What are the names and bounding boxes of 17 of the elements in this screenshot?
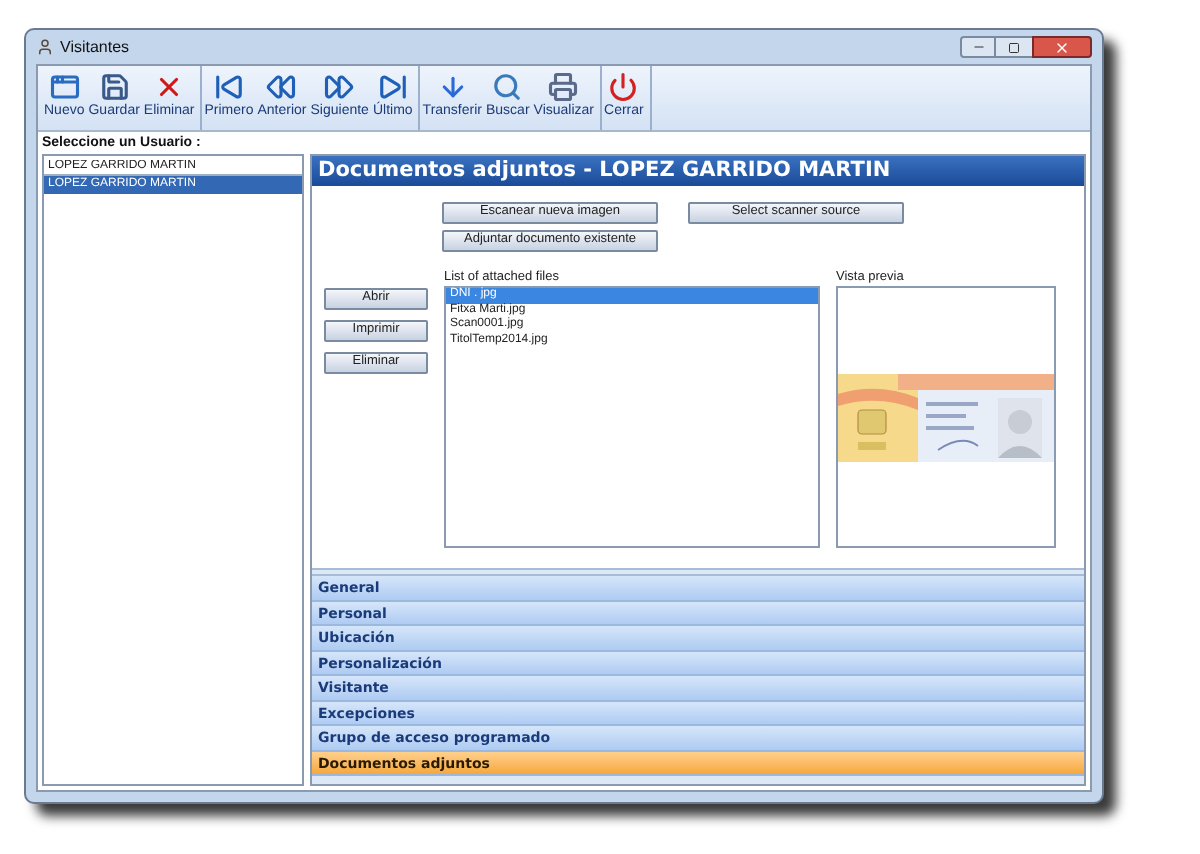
fast-forward-icon [324, 72, 355, 103]
minimize-icon [971, 40, 985, 54]
panel-header: Documentos adjuntos - LOPEZ GARRIDO MARTIN [312, 156, 1084, 186]
rewind-icon [266, 72, 297, 103]
power-icon [608, 72, 639, 103]
maximize-button[interactable] [996, 36, 1032, 58]
arrow-down-icon [437, 72, 468, 103]
window-title: Visitantes [60, 35, 130, 59]
close-button[interactable] [1032, 36, 1092, 58]
skip-forward-icon [377, 72, 408, 103]
maximize-icon [1008, 41, 1020, 53]
window-icon [49, 72, 80, 103]
skip-back-icon [213, 72, 244, 103]
search-icon [492, 72, 523, 103]
printer-icon [548, 72, 579, 103]
close-icon [1054, 39, 1070, 55]
person-icon [36, 38, 54, 56]
